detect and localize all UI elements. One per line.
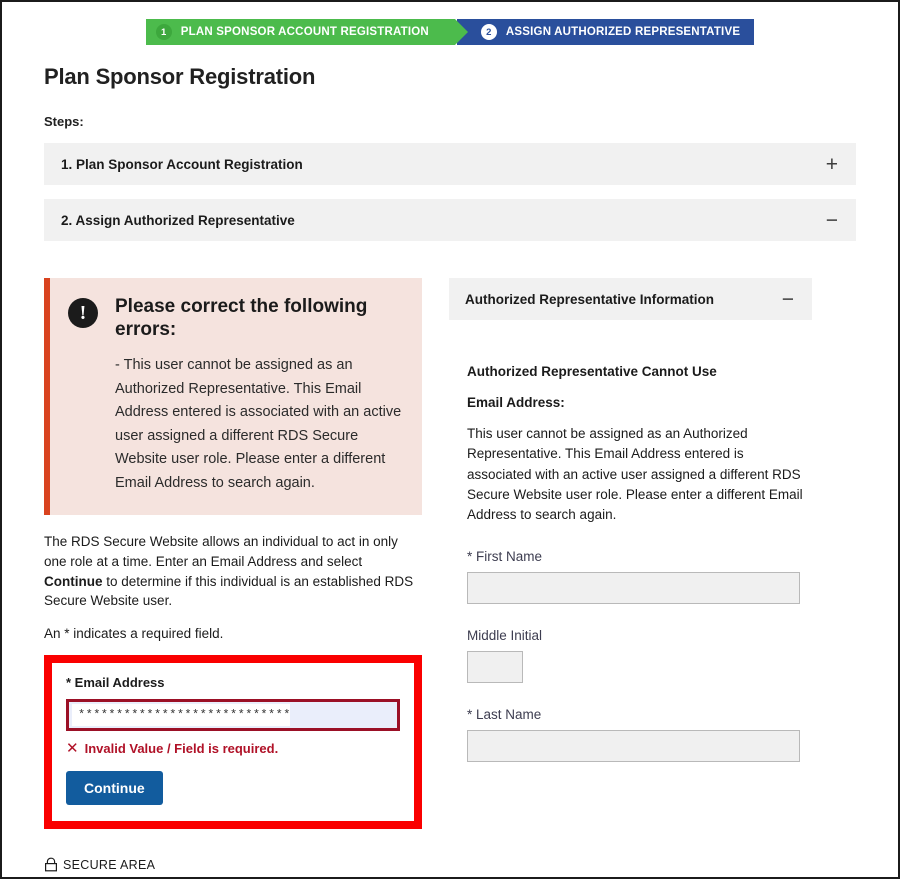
lock-icon [44,857,58,872]
left-column: ! Please correct the following errors: -… [44,278,422,830]
required-field-note: An * indicates a required field. [44,626,224,642]
page-title: Plan Sponsor Registration [44,64,316,89]
error-alert-title: Please correct the following errors: [115,296,368,341]
last-name-label: * Last Name [467,707,542,723]
two-column-body: ! Please correct the following errors: -… [44,278,856,830]
secure-area-footer: SECURE AREA [44,857,155,872]
plus-icon[interactable]: + [826,154,838,175]
steps-label: Steps: [44,114,84,129]
x-icon: ✕ [66,740,79,758]
readonly-subtitle: Email Address: [467,395,565,410]
authorized-rep-panel-header[interactable]: Authorized Representative Information − [449,278,812,320]
email-input[interactable]: ********************************** [72,704,290,727]
accordion-step-2-title: 2. Assign Authorized Representative [61,212,295,228]
last-name-input[interactable] [467,730,800,763]
readonly-title: Authorized Representative Cannot Use [467,364,717,379]
progress-step-1-number: 1 [155,24,172,40]
secure-area-label: SECURE AREA [63,857,156,872]
last-name-field: * Last Name [467,707,810,763]
intro-part1: The RDS Secure Website allows an individ… [44,534,398,569]
first-name-field: * First Name [467,549,810,605]
error-alert-item: - This user cannot be assigned as an Aut… [115,357,402,491]
intro-bold-continue: Continue [44,573,103,589]
middle-initial-field: Middle Initial [467,628,810,684]
accordion-step-1-title: 1. Plan Sponsor Account Registration [61,156,303,172]
progress-step-2-number: 2 [480,24,497,40]
intro-paragraph: The RDS Secure Website allows an individ… [44,532,422,611]
exclamation-circle-icon: ! [68,298,98,328]
progress-steps: 1 PLAN SPONSOR ACCOUNT REGISTRATION 2 AS… [145,19,755,45]
email-highlight-box: * Email Address ************************… [44,655,422,830]
progress-step-2[interactable]: 2 ASSIGN AUTHORIZED REPRESENTATIVE [456,19,755,45]
email-field-label: * Email Address [66,675,165,691]
progress-step-1[interactable]: 1 PLAN SPONSOR ACCOUNT REGISTRATION [145,19,469,45]
accordion-step-1[interactable]: 1. Plan Sponsor Account Registration + [44,143,856,185]
progress-step-2-label: ASSIGN AUTHORIZED REPRESENTATIVE [505,26,741,38]
email-inline-error: ✕ Invalid Value / Field is required. [66,741,400,756]
content-area: Plan Sponsor Registration Steps: 1. Plan… [2,64,898,830]
continue-button[interactable]: Continue [66,771,163,806]
progress-steps-wrap: 1 PLAN SPONSOR ACCOUNT REGISTRATION 2 AS… [2,2,898,45]
middle-initial-label: Middle Initial [467,628,543,644]
first-name-label: * First Name [467,549,543,565]
right-column: Authorized Representative Information − … [449,278,812,763]
progress-step-1-label: PLAN SPONSOR ACCOUNT REGISTRATION [180,26,429,38]
error-alert: ! Please correct the following errors: -… [44,278,422,516]
email-input-wrapper[interactable]: ********************************** [66,699,400,732]
error-alert-body: Please correct the following errors: - T… [115,295,404,495]
readonly-message: This user cannot be assigned as an Autho… [467,426,803,522]
authorized-rep-panel-title: Authorized Representative Information [465,291,715,307]
minus-icon[interactable]: − [782,289,794,310]
accordion-step-2[interactable]: 2. Assign Authorized Representative − [44,199,856,241]
minus-icon[interactable]: − [826,210,838,231]
first-name-input[interactable] [467,572,800,605]
page-root: 1 PLAN SPONSOR ACCOUNT REGISTRATION 2 AS… [0,0,900,879]
authorized-rep-panel-body: Authorized Representative Cannot Use Ema… [449,364,812,763]
email-inline-error-text: Invalid Value / Field is required. [84,741,279,757]
middle-initial-input[interactable] [467,651,523,684]
